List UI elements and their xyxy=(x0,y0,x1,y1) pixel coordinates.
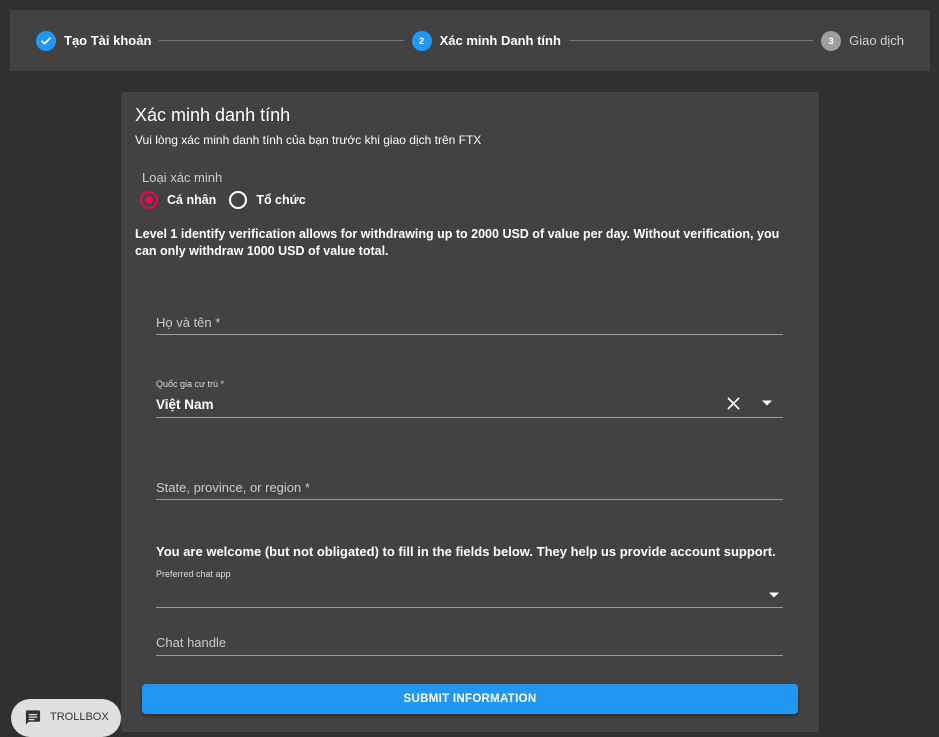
trollbox-label: TROLLBOX xyxy=(50,711,109,723)
dropdown-arrow-icon[interactable] xyxy=(767,589,781,601)
step-number-badge: 2 xyxy=(411,30,432,51)
verification-type-group: Cá nhân Tổ chức xyxy=(140,191,319,209)
submit-information-button[interactable]: SUBMIT INFORMATION xyxy=(142,684,798,714)
full-name-placeholder: Họ và tên * xyxy=(156,315,221,330)
radio-checked-icon[interactable] xyxy=(140,191,158,209)
chat-icon xyxy=(24,709,42,729)
radio-label: Tổ chức xyxy=(256,193,306,207)
full-name-field[interactable]: Họ và tên * xyxy=(156,307,783,335)
state-placeholder: State, province, or region * xyxy=(156,480,310,495)
step-label: Xác minh Danh tính xyxy=(439,33,561,48)
chat-handle-field[interactable]: Chat handle xyxy=(156,629,783,656)
trollbox-button[interactable]: TROLLBOX xyxy=(11,699,121,737)
chat-app-select[interactable] xyxy=(156,581,783,608)
radio-label: Cá nhân xyxy=(167,193,217,207)
verification-card: Xác minh danh tính Vui lòng xác minh dan… xyxy=(121,92,819,732)
chat-app-label: Preferred chat app xyxy=(156,569,231,579)
optional-fields-notice: You are welcome (but not obligated) to f… xyxy=(156,544,776,559)
step-connector xyxy=(159,40,404,41)
radio-unchecked-icon[interactable] xyxy=(229,191,248,209)
radio-individual[interactable]: Cá nhân xyxy=(140,191,216,209)
step-create-account: Tạo Tài khoản xyxy=(36,30,152,51)
step-verify-identity: 2 Xác minh Danh tính xyxy=(411,30,561,51)
chat-handle-placeholder: Chat handle xyxy=(156,635,227,650)
clear-icon[interactable] xyxy=(725,395,741,411)
dropdown-arrow-icon[interactable] xyxy=(760,397,774,409)
radio-organization[interactable]: Tổ chức xyxy=(229,191,306,209)
country-label: Quốc gia cư trú * xyxy=(156,379,225,389)
country-value: Việt Nam xyxy=(156,397,214,412)
check-icon xyxy=(36,30,56,51)
step-connector xyxy=(568,40,814,41)
step-label: Giao dịch xyxy=(849,33,905,48)
verification-info-text: Level 1 identify verification allows for… xyxy=(135,227,780,258)
card-title: Xác minh danh tính xyxy=(135,105,291,125)
step-trade: 3 Giao dịch xyxy=(821,30,905,51)
state-field[interactable]: State, province, or region * xyxy=(156,473,783,500)
card-subtitle: Vui lòng xác minh danh tính của bạn trướ… xyxy=(135,133,482,147)
step-number-badge: 3 xyxy=(821,30,842,51)
stepper: Tạo Tài khoản 2 Xác minh Danh tính 3 Gia… xyxy=(10,10,930,71)
step-label: Tạo Tài khoản xyxy=(64,33,152,48)
country-select[interactable]: Việt Nam xyxy=(156,391,783,418)
verification-type-legend: Loại xác minh xyxy=(142,170,223,185)
